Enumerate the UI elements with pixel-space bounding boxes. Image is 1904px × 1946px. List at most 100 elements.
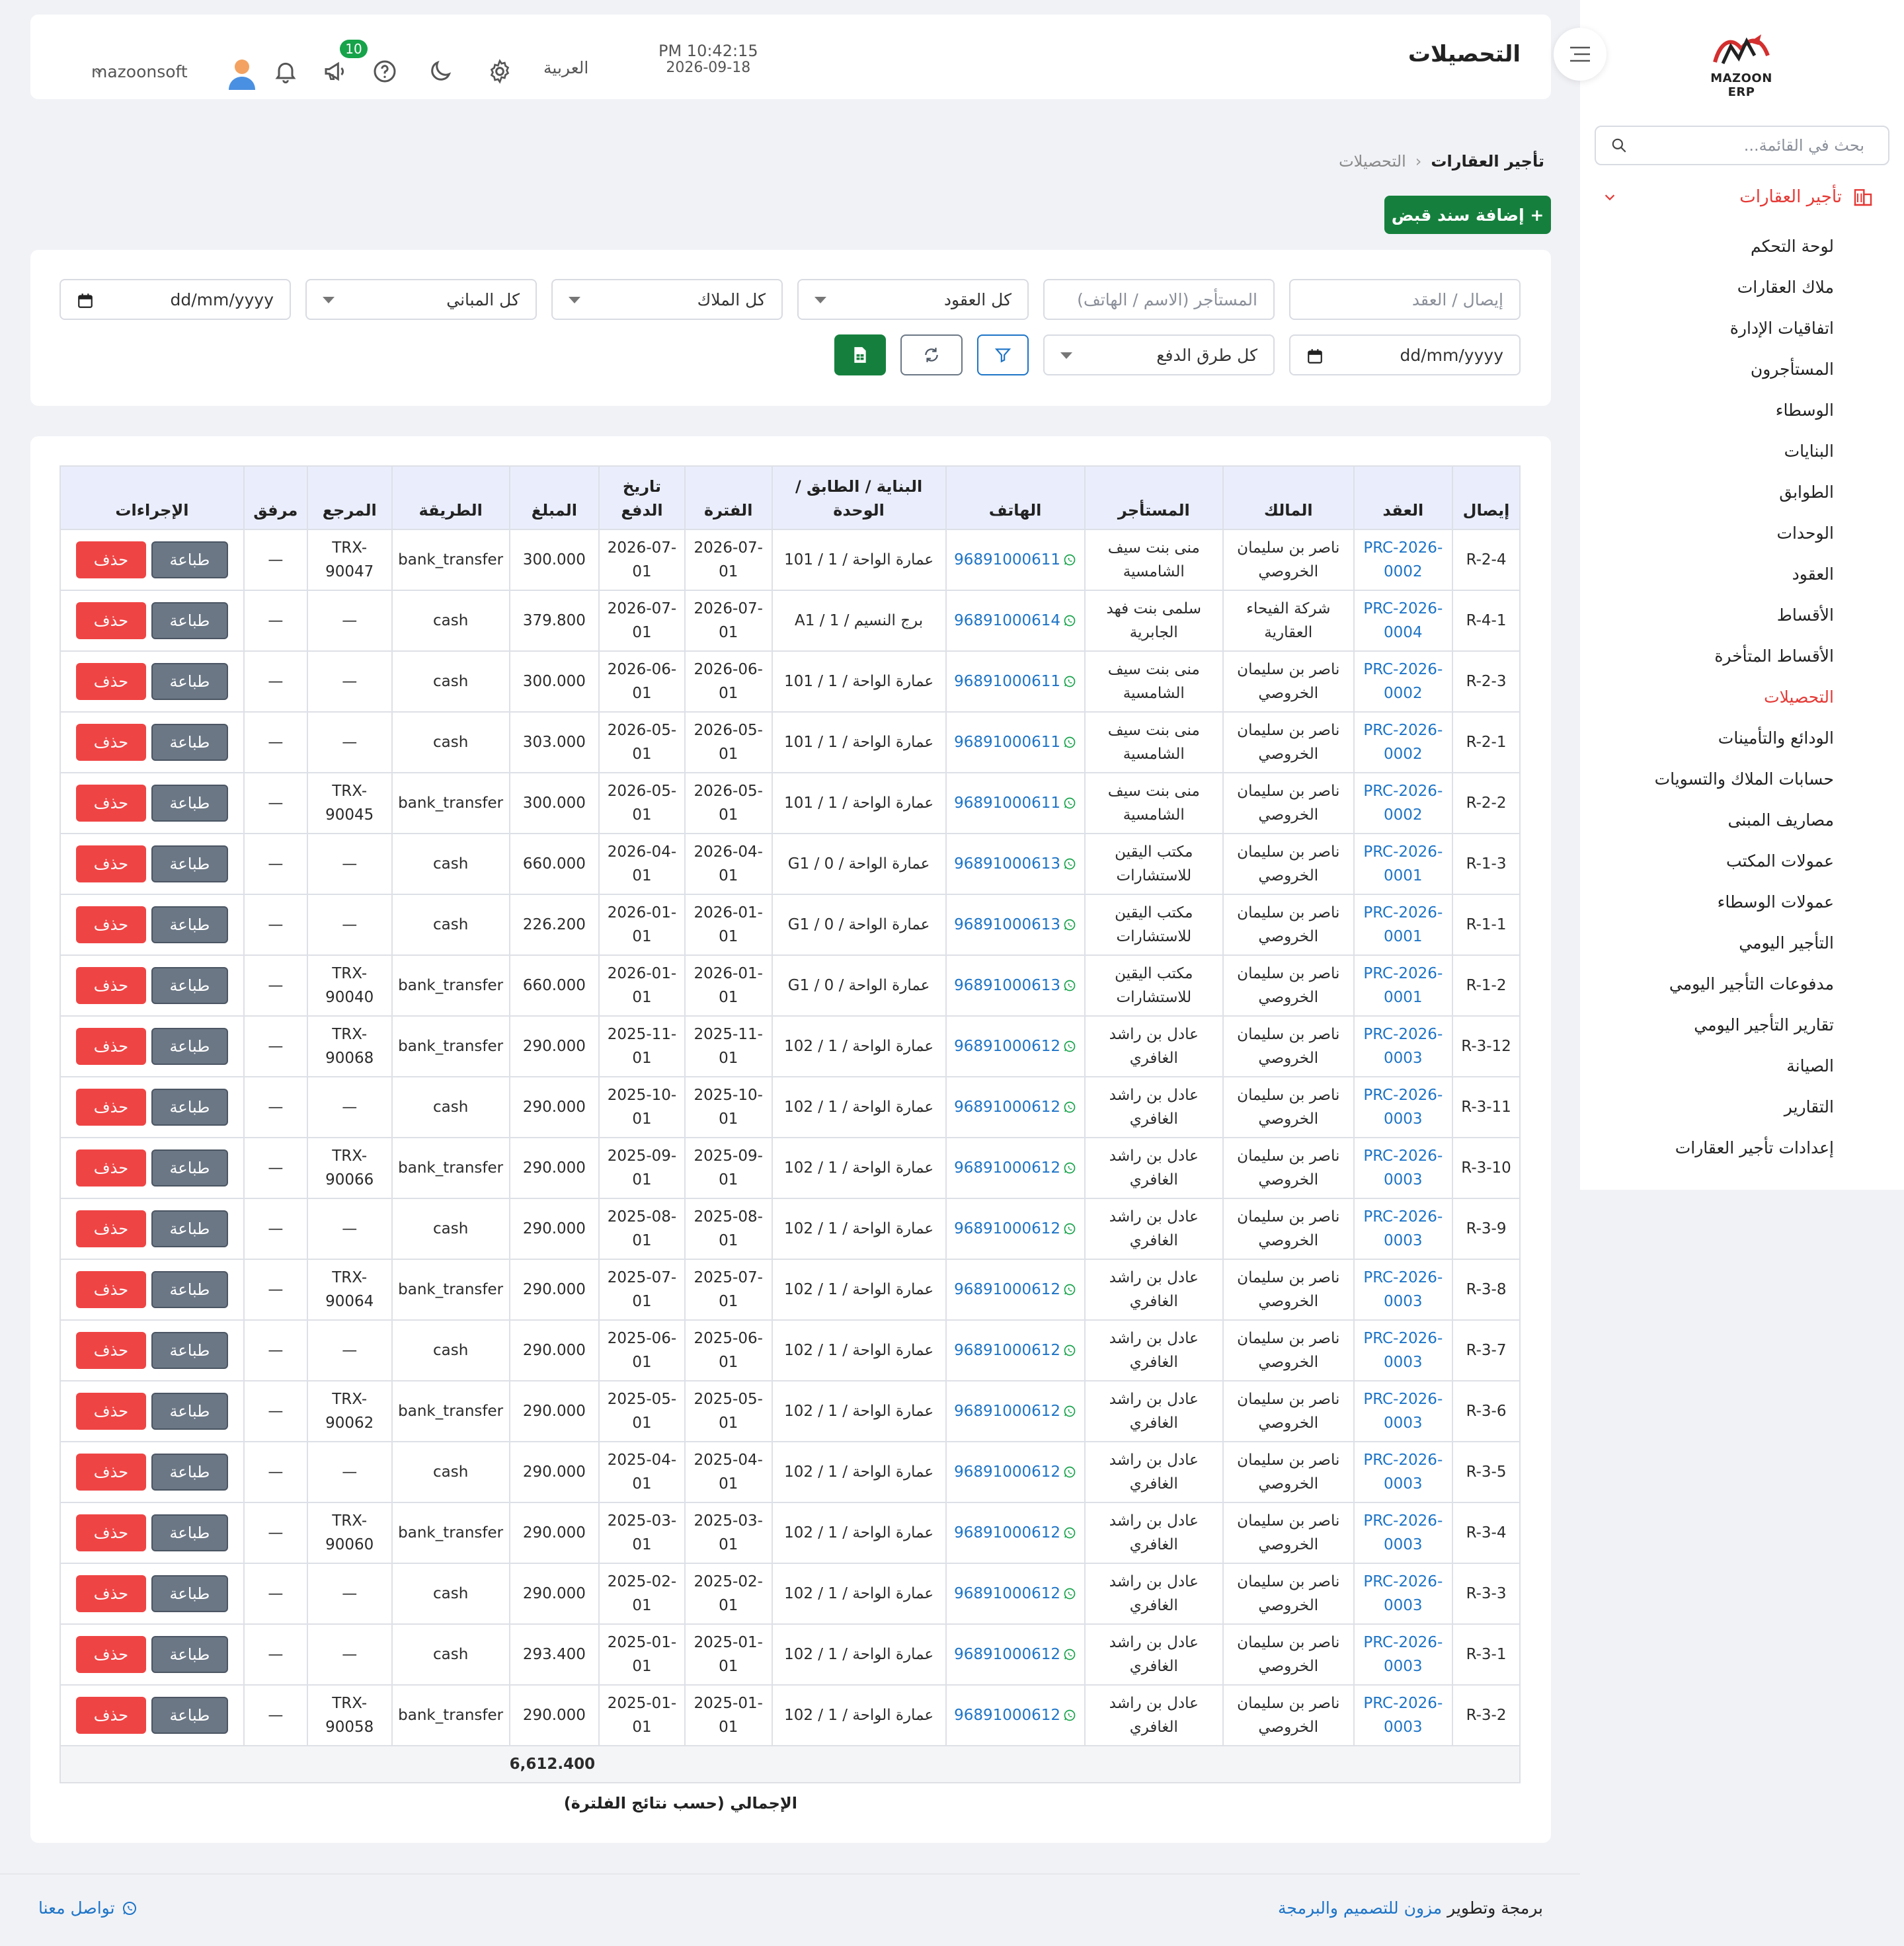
contract-link[interactable]: PRC-2026-0003 <box>1353 1380 1454 1442</box>
tenant-filter[interactable]: المستأجر (الاسم / الهاتف) <box>1043 279 1275 320</box>
print-button[interactable]: طباعة <box>151 724 228 761</box>
delete-button[interactable]: حذف <box>75 785 146 822</box>
contract-link[interactable]: PRC-2026-0002 <box>1353 772 1454 834</box>
phone-link[interactable]: 96891000613 <box>954 977 1076 994</box>
print-button[interactable]: طباعة <box>151 845 228 882</box>
mazoon-logo[interactable]: MAZOON ERP <box>1695 29 1788 99</box>
print-button[interactable]: طباعة <box>151 1149 228 1187</box>
delete-button[interactable]: حذف <box>75 845 146 882</box>
delete-button[interactable]: حذف <box>75 1636 146 1673</box>
print-button[interactable]: طباعة <box>151 602 228 639</box>
owners-select[interactable]: كل الملاك <box>551 279 783 320</box>
sidebar-search-input[interactable] <box>1628 136 1864 155</box>
sidebar-section-property-rental[interactable]: تأجير العقارات <box>1603 182 1874 212</box>
print-button[interactable]: طباعة <box>151 1514 228 1551</box>
contract-link[interactable]: PRC-2026-0003 <box>1353 1319 1454 1382</box>
sidebar-item[interactable]: التقارير <box>1655 1092 1834 1133</box>
contracts-select[interactable]: كل العقود <box>797 279 1029 320</box>
print-button[interactable]: طباعة <box>151 967 228 1004</box>
contract-link[interactable]: PRC-2026-0001 <box>1353 954 1454 1017</box>
phone-link[interactable]: 96891000612 <box>954 1099 1076 1116</box>
print-button[interactable]: طباعة <box>151 1454 228 1491</box>
calendar-icon[interactable] <box>1306 348 1324 365</box>
sidebar-item[interactable]: الصيانة <box>1655 1051 1834 1092</box>
print-button[interactable]: طباعة <box>151 1210 228 1247</box>
print-button[interactable]: طباعة <box>151 1575 228 1612</box>
breadcrumb-parent[interactable]: تأجير العقارات <box>1431 152 1544 171</box>
user-chevron-down-icon[interactable] <box>93 66 104 78</box>
sidebar-item[interactable]: إعدادات تأجير العقارات <box>1655 1133 1834 1174</box>
contact-us-link[interactable]: تواصل معنا <box>38 1898 138 1918</box>
sidebar-item[interactable]: اتفاقيات الإدارة <box>1655 313 1834 354</box>
print-button[interactable]: طباعة <box>151 1332 228 1369</box>
sidebar-item[interactable]: لوحة التحكم <box>1655 231 1834 272</box>
sidebar-item[interactable]: ملاك العقارات <box>1655 272 1834 313</box>
sidebar-item[interactable]: التحصيلات <box>1655 682 1834 723</box>
delete-button[interactable]: حذف <box>75 1210 146 1247</box>
phone-link[interactable]: 96891000612 <box>954 1220 1076 1237</box>
phone-link[interactable]: 96891000614 <box>954 612 1076 629</box>
help-icon[interactable] <box>372 58 398 85</box>
sidebar-item[interactable]: مصاريف المبنى <box>1655 805 1835 846</box>
contract-link[interactable]: PRC-2026-0003 <box>1353 1198 1454 1260</box>
sidebar-item[interactable]: مدفوعات التأجير اليومي <box>1655 969 1834 1010</box>
sidebar-item[interactable]: تقارير التأجير اليومي <box>1655 1010 1834 1051</box>
print-button[interactable]: طباعة <box>151 663 228 700</box>
print-button[interactable]: طباعة <box>151 906 228 943</box>
contract-link[interactable]: PRC-2026-0003 <box>1353 1684 1454 1746</box>
print-button[interactable]: طباعة <box>151 1697 228 1734</box>
delete-button[interactable]: حذف <box>75 1332 146 1369</box>
sidebar-search[interactable] <box>1595 126 1889 165</box>
contract-link[interactable]: PRC-2026-0002 <box>1353 711 1454 773</box>
contract-link[interactable]: PRC-2026-0003 <box>1353 1502 1454 1564</box>
phone-link[interactable]: 96891000612 <box>954 1038 1076 1055</box>
contract-link[interactable]: PRC-2026-0003 <box>1353 1563 1454 1625</box>
phone-link[interactable]: 96891000612 <box>954 1524 1076 1541</box>
moon-icon[interactable] <box>427 58 454 85</box>
sidebar-item[interactable]: البنايات <box>1655 436 1834 477</box>
delete-button[interactable]: حذف <box>75 1393 146 1430</box>
delete-button[interactable]: حذف <box>75 724 146 761</box>
print-button[interactable]: طباعة <box>151 1393 228 1430</box>
delete-button[interactable]: حذف <box>75 602 146 639</box>
contract-link[interactable]: PRC-2026-0003 <box>1353 1137 1454 1199</box>
print-button[interactable]: طباعة <box>151 1636 228 1673</box>
calendar-icon[interactable] <box>77 292 94 309</box>
apply-filter-button[interactable] <box>977 334 1029 375</box>
add-receipt-button[interactable]: + إضافة سند قبض <box>1384 196 1551 234</box>
sidebar-item[interactable]: الطوابق <box>1655 477 1834 518</box>
phone-link[interactable]: 96891000612 <box>954 1463 1076 1481</box>
print-button[interactable]: طباعة <box>151 541 228 578</box>
payment-method-select[interactable]: كل طرق الدفع <box>1043 334 1275 375</box>
export-excel-button[interactable] <box>834 334 886 375</box>
delete-button[interactable]: حذف <box>75 1028 146 1065</box>
delete-button[interactable]: حذف <box>75 906 146 943</box>
contract-link[interactable]: PRC-2026-0002 <box>1353 650 1454 713</box>
sidebar-item[interactable]: عمولات المكتب <box>1655 846 1834 887</box>
phone-link[interactable]: 96891000612 <box>954 1646 1076 1663</box>
sidebar-item[interactable]: الأقساط المتأخرة <box>1655 641 1834 682</box>
delete-button[interactable]: حذف <box>75 1271 146 1308</box>
phone-link[interactable]: 96891000612 <box>954 1585 1076 1602</box>
delete-button[interactable]: حذف <box>75 541 146 578</box>
receipt-contract-filter[interactable]: إيصال / العقد <box>1289 279 1521 320</box>
contract-link[interactable]: PRC-2026-0002 <box>1353 529 1454 591</box>
print-button[interactable]: طباعة <box>151 785 228 822</box>
sidebar-item[interactable]: التأجير اليومي <box>1655 928 1834 969</box>
sidebar-item[interactable]: حسابات الملاك والتسويات <box>1655 764 1834 805</box>
contract-link[interactable]: PRC-2026-0001 <box>1353 894 1454 956</box>
delete-button[interactable]: حذف <box>75 1697 146 1734</box>
sidebar-item[interactable]: الودائع والتأمينات <box>1655 723 1834 764</box>
contract-link[interactable]: PRC-2026-0003 <box>1353 1015 1454 1077</box>
print-button[interactable]: طباعة <box>151 1089 228 1126</box>
phone-link[interactable]: 96891000613 <box>954 916 1076 933</box>
sidebar-item[interactable]: الوسطاء <box>1655 395 1834 436</box>
sidebar-item[interactable]: المستأجرون <box>1655 354 1834 395</box>
reset-filter-button[interactable] <box>900 334 963 375</box>
sidebar-item[interactable]: الوحدات <box>1655 518 1834 559</box>
sidebar-item[interactable]: الأقساط <box>1655 600 1834 641</box>
phone-link[interactable]: 96891000612 <box>954 1403 1076 1420</box>
delete-button[interactable]: حذف <box>75 967 146 1004</box>
contract-link[interactable]: PRC-2026-0003 <box>1353 1441 1454 1503</box>
buildings-select[interactable]: كل المباني <box>305 279 537 320</box>
